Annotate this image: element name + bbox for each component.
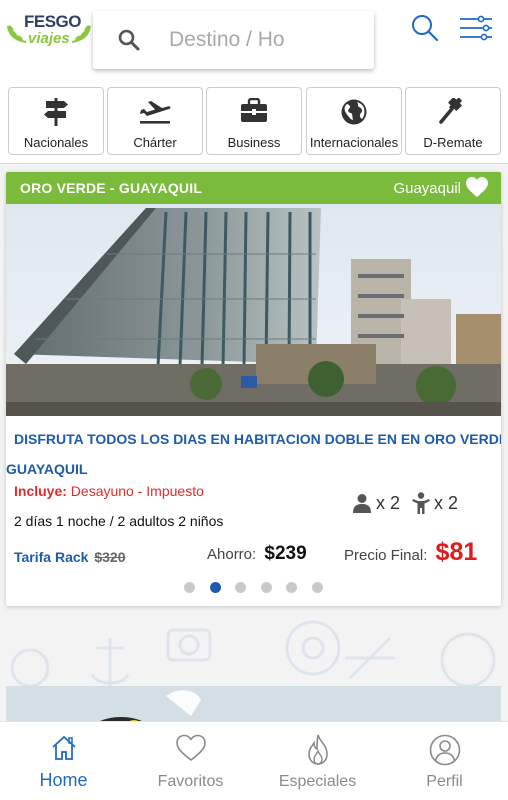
- logo-viajes-text: viajes: [28, 30, 70, 47]
- nav-profile[interactable]: Perfil: [381, 722, 508, 800]
- travel-pattern-background: [10, 620, 496, 688]
- header-search-icon[interactable]: [410, 13, 440, 43]
- nav-specials[interactable]: Especiales: [254, 722, 381, 800]
- carousel-dot[interactable]: [286, 582, 297, 593]
- stay-details: 2 días 1 noche / 2 adultos 2 niños: [14, 513, 224, 529]
- includes-value: Desayuno - Impuesto: [70, 483, 204, 499]
- signpost-icon: [44, 98, 68, 126]
- final-price-value: $81: [435, 538, 478, 566]
- final-price-label: Precio Final:: [344, 547, 428, 564]
- rack-price: $320: [94, 549, 126, 565]
- nav-specials-label: Especiales: [278, 773, 357, 790]
- offer-header: ORO VERDE - GUAYAQUIL Guayaquil: [6, 172, 501, 204]
- rack-rate: Tarifa Rack $320: [14, 549, 126, 565]
- nav-home[interactable]: Home: [0, 722, 127, 800]
- offer-title: ORO VERDE - GUAYAQUIL: [20, 180, 203, 196]
- category-label: Chárter: [133, 135, 177, 150]
- nav-favorites-label: Favoritos: [157, 773, 224, 790]
- occupancy-info: x 2 x 2: [352, 492, 470, 514]
- globe-icon: [341, 99, 367, 125]
- carousel-dot[interactable]: [184, 582, 195, 593]
- child-icon: [412, 492, 430, 514]
- offer-card[interactable]: ORO VERDE - GUAYAQUIL Guayaquil DISFRUTA…: [6, 172, 501, 606]
- adult-person-icon: [353, 494, 371, 513]
- final-price: Precio Final: $81: [344, 538, 477, 567]
- category-d-remate[interactable]: D-Remate: [405, 87, 501, 155]
- category-business[interactable]: Business: [206, 87, 302, 155]
- savings-value: $239: [264, 543, 307, 564]
- includes-info: Incluye: Desayuno - Impuesto: [14, 483, 204, 499]
- search-icon: [118, 29, 140, 51]
- category-nacionales[interactable]: Nacionales: [8, 87, 104, 155]
- favorite-heart-icon[interactable]: [465, 176, 489, 198]
- carousel-dot[interactable]: [260, 582, 272, 593]
- profile-icon: [429, 734, 460, 766]
- category-label: Internacionales: [309, 135, 399, 150]
- heart-outline-icon: [175, 734, 206, 762]
- search-box[interactable]: [93, 11, 374, 69]
- destination-search-input[interactable]: [169, 25, 364, 55]
- savings-label: Ahorro:: [207, 546, 257, 563]
- carousel-dot[interactable]: [235, 582, 246, 593]
- category-internacionales[interactable]: Internacionales: [306, 87, 402, 155]
- description-line-2: GUAYAQUIL: [6, 461, 88, 477]
- category-label: Business: [227, 135, 281, 150]
- category-label: Nacionales: [23, 135, 89, 150]
- nav-home-label: Home: [39, 770, 88, 790]
- children-count: x 2: [434, 492, 459, 513]
- laurel-right-icon: [71, 25, 91, 43]
- gavel-icon: [439, 98, 462, 124]
- adults-count: x 2: [376, 492, 401, 513]
- category-charter[interactable]: Chárter: [107, 87, 203, 155]
- filter-sliders-icon[interactable]: [459, 15, 493, 41]
- nav-profile-label: Perfil: [426, 773, 463, 790]
- carousel-dot[interactable]: [311, 582, 323, 593]
- carousel-dot-active[interactable]: [209, 582, 221, 593]
- offer-city: Guayaquil: [393, 180, 461, 197]
- nav-favorites[interactable]: Favoritos: [127, 722, 254, 800]
- carousel-indicator: [184, 582, 337, 593]
- home-icon: [51, 735, 76, 760]
- bottom-navigation: Home Favoritos Especiales Perfil: [0, 721, 508, 800]
- briefcase-icon: [241, 98, 267, 122]
- app-header: FESGO viajes: [0, 0, 508, 80]
- fesgo-logo[interactable]: FESGO viajes: [6, 10, 91, 54]
- description-line-1: DISFRUTA TODOS LOS DIAS EN HABITACION DO…: [14, 431, 501, 447]
- includes-label: Incluye:: [14, 483, 67, 499]
- category-bar: Nacionales Chárter Business Internaciona…: [0, 80, 508, 164]
- airplane-icon: [140, 101, 171, 124]
- rack-label: Tarifa Rack: [14, 549, 89, 565]
- savings: Ahorro: $239: [207, 543, 307, 565]
- hotel-photo[interactable]: [6, 204, 501, 416]
- category-label: D-Remate: [423, 135, 483, 150]
- flame-icon: [307, 734, 328, 765]
